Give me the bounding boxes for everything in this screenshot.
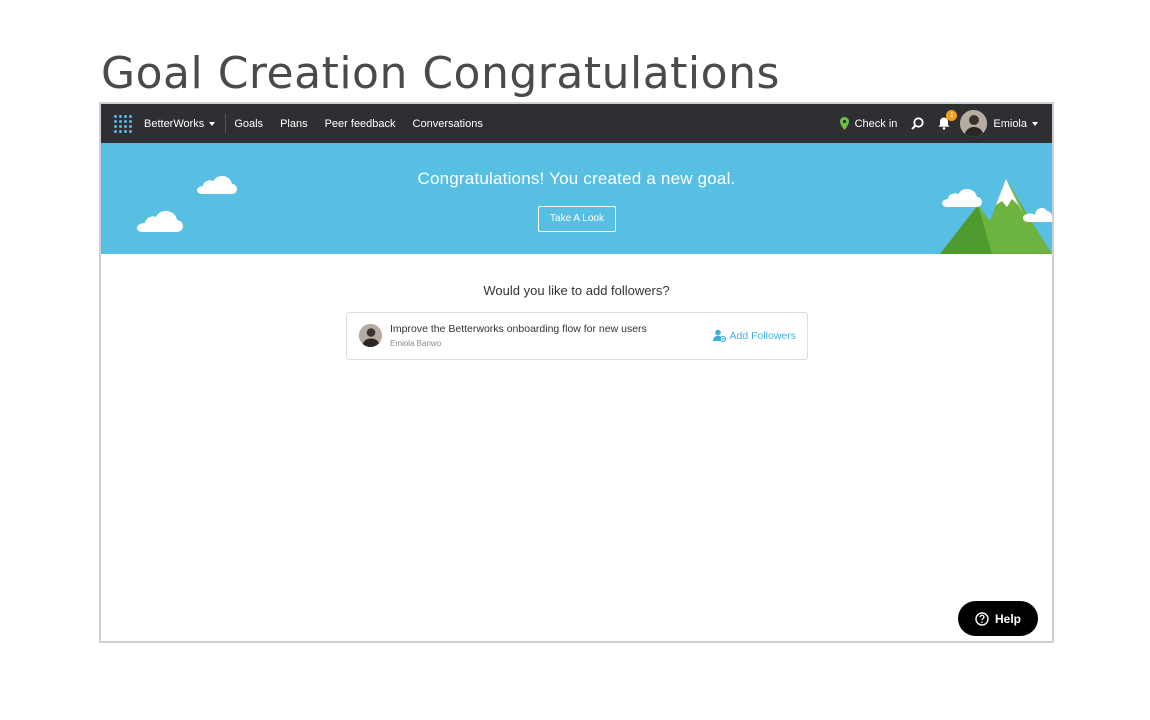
- avatar: [359, 324, 382, 347]
- add-followers-button[interactable]: Add Followers: [713, 329, 796, 342]
- chevron-down-icon: [1032, 121, 1038, 126]
- brand-label: BetterWorks: [144, 117, 205, 130]
- avatar[interactable]: [960, 110, 988, 137]
- take-a-look-button[interactable]: Take A Look: [538, 206, 616, 232]
- nav-left: BetterWorks Goals Plans Peer feedback Co…: [113, 104, 483, 143]
- goal-owner: Emiola Banwo: [390, 339, 442, 348]
- add-followers-label: Add Followers: [729, 329, 796, 342]
- nav-link-peer-feedback[interactable]: Peer feedback: [325, 118, 396, 130]
- congrats-message: Congratulations! You created a new goal.: [417, 169, 736, 188]
- cloud-icon: [137, 211, 183, 232]
- notification-badge: 1: [946, 110, 958, 121]
- user-name-label: Emiola: [993, 117, 1027, 130]
- checkin-label: Check in: [854, 117, 898, 130]
- help-button[interactable]: Help: [958, 601, 1038, 636]
- user-menu[interactable]: Emiola: [993, 118, 1038, 130]
- add-user-icon: [713, 329, 727, 342]
- nav-link-conversations[interactable]: Conversations: [413, 118, 483, 130]
- chevron-down-icon: [209, 121, 216, 126]
- brand-menu[interactable]: BetterWorks: [144, 114, 227, 133]
- goal-title[interactable]: Improve the Betterworks onboarding flow …: [390, 323, 647, 335]
- goal-card: Improve the Betterworks onboarding flow …: [346, 312, 808, 360]
- grid-icon[interactable]: [113, 114, 133, 134]
- add-followers-question: Would you like to add followers?: [483, 283, 670, 298]
- help-label: Help: [994, 611, 1021, 626]
- question-circle-icon: [975, 611, 989, 626]
- top-navbar: BetterWorks Goals Plans Peer feedback Co…: [101, 104, 1052, 143]
- nav-link-goals[interactable]: Goals: [234, 118, 263, 130]
- map-pin-icon: [839, 117, 849, 130]
- notifications-button[interactable]: 1: [938, 110, 958, 130]
- search-icon[interactable]: [911, 117, 924, 130]
- congrats-banner: Congratulations! You created a new goal.…: [101, 143, 1052, 254]
- nav-right: Check in 1 Emiola: [839, 104, 1038, 143]
- nav-link-plans[interactable]: Plans: [280, 118, 308, 130]
- checkin-button[interactable]: Check in: [839, 117, 898, 130]
- page-title: Goal Creation Congratulations: [101, 48, 780, 99]
- app-window: BetterWorks Goals Plans Peer feedback Co…: [99, 102, 1054, 643]
